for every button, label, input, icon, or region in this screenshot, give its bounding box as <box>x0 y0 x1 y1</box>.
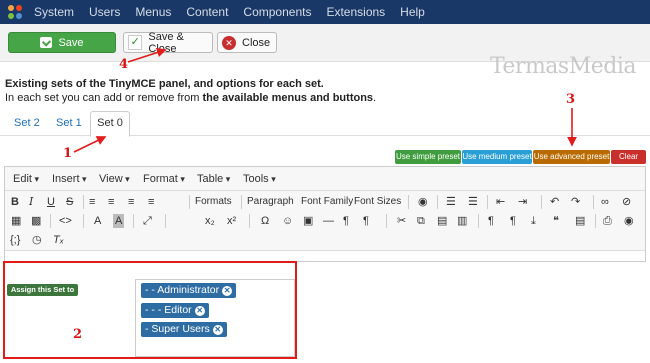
annotation-number-4: 4 <box>119 57 129 72</box>
annotation-number-2: 2 <box>73 327 83 342</box>
annotation-number-1: 1 <box>63 146 73 161</box>
annotation-arrows <box>73 47 577 153</box>
arrow-to-set0 <box>73 136 107 153</box>
annotation-number-3: 3 <box>566 92 576 107</box>
arrow-to-save-close <box>127 47 167 63</box>
